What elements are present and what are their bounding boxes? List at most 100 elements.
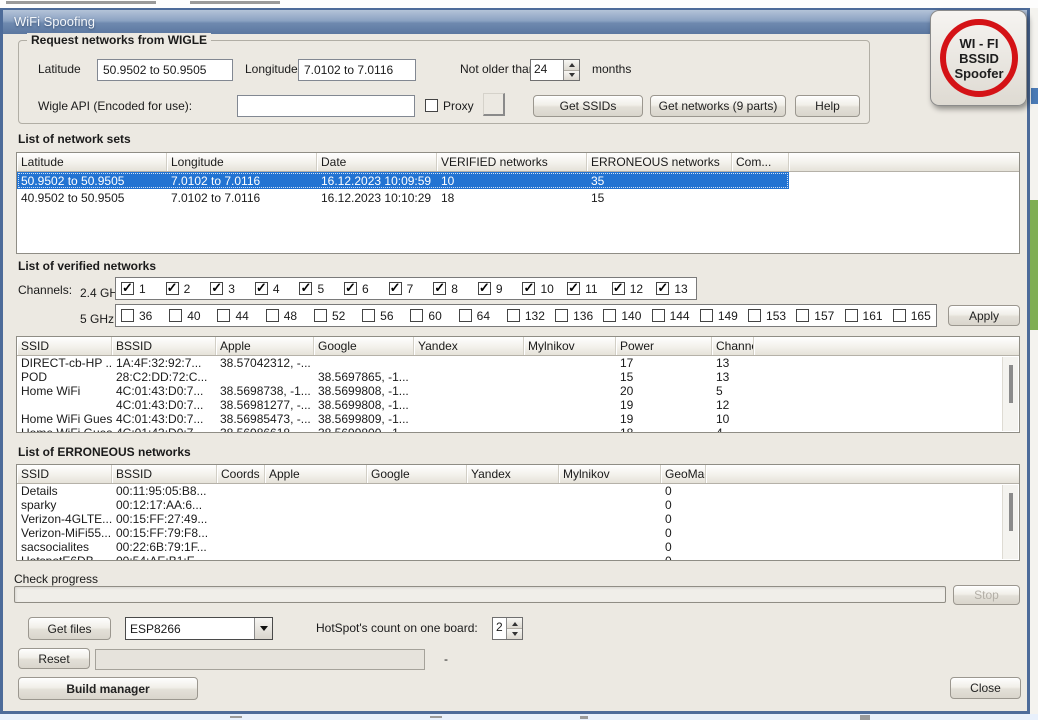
latitude-input[interactable]: 50.9502 to 50.9505 <box>97 59 233 81</box>
channel-2-checkbox[interactable] <box>166 282 179 295</box>
table-cell: 38.5697865, -1... <box>314 370 414 384</box>
column-header-erroneous-networks[interactable]: ERRONEOUS networks <box>587 153 732 171</box>
channel-64-checkbox[interactable] <box>459 309 472 322</box>
column-header-mylnikov[interactable]: Mylnikov <box>559 465 661 483</box>
channel-label: 136 <box>573 309 593 323</box>
column-header-bssid[interactable]: BSSID <box>112 465 217 483</box>
table-row[interactable]: Verizon-MiFi55...00:15:FF:79:F8...0 <box>17 526 706 540</box>
channel-56-checkbox[interactable] <box>362 309 375 322</box>
column-header-bssid[interactable]: BSSID <box>112 337 216 355</box>
build-manager-button[interactable]: Build manager <box>18 677 198 700</box>
channel-11-checkbox[interactable] <box>567 282 580 295</box>
channel-8-checkbox[interactable] <box>433 282 446 295</box>
channel-165-checkbox[interactable] <box>893 309 906 322</box>
column-header-verified-networks[interactable]: VERIFIED networks <box>437 153 587 171</box>
stop-button[interactable]: Stop <box>953 585 1020 605</box>
spin-down-icon[interactable] <box>564 70 579 81</box>
column-header-date[interactable]: Date <box>317 153 437 171</box>
channel-9-checkbox[interactable] <box>478 282 491 295</box>
background-artifact <box>190 1 280 4</box>
help-button[interactable]: Help <box>795 95 860 117</box>
channel-44-checkbox[interactable] <box>217 309 230 322</box>
table-row[interactable]: sacsocialites00:22:6B:79:1F...0 <box>17 540 706 554</box>
channel-161-checkbox[interactable] <box>845 309 858 322</box>
channel-1-checkbox[interactable] <box>121 282 134 295</box>
longitude-input[interactable]: 7.0102 to 7.0116 <box>298 59 416 81</box>
channel-40-checkbox[interactable] <box>169 309 182 322</box>
column-header-com-[interactable]: Com... <box>732 153 789 171</box>
wigle-api-input[interactable] <box>237 95 415 117</box>
close-button[interactable]: Close <box>950 677 1021 699</box>
scrollbar-thumb[interactable] <box>1009 493 1013 531</box>
column-header-ssid[interactable]: SSID <box>17 465 112 483</box>
channel-label: 11 <box>585 282 597 296</box>
column-header-apple[interactable]: Apple <box>265 465 367 483</box>
channel-13-checkbox[interactable] <box>656 282 669 295</box>
table-row[interactable]: Home WiFi4C:01:43:D0:7...38.5698738, -1.… <box>17 384 754 398</box>
channel-140-checkbox[interactable] <box>603 309 616 322</box>
table-cell: 0 <box>661 484 706 498</box>
chevron-down-icon[interactable] <box>254 618 272 639</box>
channel-144-checkbox[interactable] <box>652 309 665 322</box>
months-value[interactable]: 24 <box>531 60 563 80</box>
column-header-google[interactable]: Google <box>367 465 467 483</box>
table-row[interactable]: 40.9502 to 50.95057.0102 to 7.011616.12.… <box>17 189 789 206</box>
channel-36-checkbox[interactable] <box>121 309 134 322</box>
spin-up-icon[interactable] <box>507 618 522 628</box>
verified-table-scrollbar[interactable] <box>1002 357 1018 431</box>
table-row[interactable]: HotspotE6DB00:54:AE:B1:E...0 <box>17 554 706 560</box>
column-header-yandex[interactable]: Yandex <box>467 465 559 483</box>
channel-6-checkbox[interactable] <box>344 282 357 295</box>
hotspot-count-value[interactable]: 2 <box>493 618 506 639</box>
table-row[interactable]: Home WiFi Guest4C:01:43:D0:7...38.569866… <box>17 426 754 432</box>
channel-7-checkbox[interactable] <box>389 282 402 295</box>
column-header-mylnikov[interactable]: Mylnikov <box>524 337 616 355</box>
table-row[interactable]: Home WiFi Guest4C:01:43:D0:7...38.569854… <box>17 412 754 426</box>
get-files-button[interactable]: Get files <box>28 617 111 640</box>
proxy-panel[interactable] <box>483 93 505 116</box>
table-row[interactable]: DIRECT-cb-HP ...1A:4F:32:92:7...38.57042… <box>17 356 754 370</box>
channel-4-checkbox[interactable] <box>255 282 268 295</box>
table-row[interactable]: POD28:C2:DD:72:C...38.5697865, -1...1513 <box>17 370 754 384</box>
apply-button[interactable]: Apply <box>948 305 1020 326</box>
column-header-channel[interactable]: Channel <box>712 337 754 355</box>
hotspot-count-stepper[interactable]: 2 <box>492 617 523 640</box>
column-header-apple[interactable]: Apple <box>216 337 314 355</box>
column-header-google[interactable]: Google <box>314 337 414 355</box>
column-header-yandex[interactable]: Yandex <box>414 337 524 355</box>
table-row[interactable]: 50.9502 to 50.95057.0102 to 7.011616.12.… <box>17 172 789 189</box>
column-header-longitude[interactable]: Longitude <box>167 153 317 171</box>
channel-3-checkbox[interactable] <box>210 282 223 295</box>
title-bar[interactable]: WiFi Spoofing <box>3 10 1027 34</box>
spin-up-icon[interactable] <box>564 60 579 70</box>
column-header-latitude[interactable]: Latitude <box>17 153 167 171</box>
table-row[interactable]: Verizon-4GLTE...00:15:FF:27:49...0 <box>17 512 706 526</box>
channel-60-checkbox[interactable] <box>410 309 423 322</box>
get-ssids-button[interactable]: Get SSIDs <box>533 95 643 117</box>
channel-48-checkbox[interactable] <box>266 309 279 322</box>
reset-button[interactable]: Reset <box>18 648 90 669</box>
channel-52-checkbox[interactable] <box>314 309 327 322</box>
board-select[interactable]: ESP8266 <box>125 617 273 640</box>
proxy-checkbox[interactable] <box>425 99 438 112</box>
channel-12-checkbox[interactable] <box>612 282 625 295</box>
erroneous-table-scrollbar[interactable] <box>1002 485 1018 559</box>
column-header-geomac[interactable]: GeoMac <box>661 465 706 483</box>
channel-149-checkbox[interactable] <box>700 309 713 322</box>
channel-136-checkbox[interactable] <box>555 309 568 322</box>
spin-down-icon[interactable] <box>507 628 522 639</box>
column-header-ssid[interactable]: SSID <box>17 337 112 355</box>
channel-5-checkbox[interactable] <box>299 282 312 295</box>
column-header-coords[interactable]: Coords <box>217 465 265 483</box>
table-row[interactable]: 4C:01:43:D0:7...38.56981277, -...38.5699… <box>17 398 754 412</box>
channel-153-checkbox[interactable] <box>748 309 761 322</box>
column-header-power[interactable]: Power <box>616 337 712 355</box>
get-networks-button[interactable]: Get networks (9 parts) <box>650 95 786 117</box>
scrollbar-thumb[interactable] <box>1009 365 1013 403</box>
channel-10-checkbox[interactable] <box>522 282 535 295</box>
months-stepper[interactable]: 24 <box>530 59 580 81</box>
table-row[interactable]: Details00:11:95:05:B8...0 <box>17 484 706 498</box>
table-row[interactable]: sparky00:12:17:AA:6...0 <box>17 498 706 512</box>
channel-132-checkbox[interactable] <box>507 309 520 322</box>
channel-157-checkbox[interactable] <box>796 309 809 322</box>
